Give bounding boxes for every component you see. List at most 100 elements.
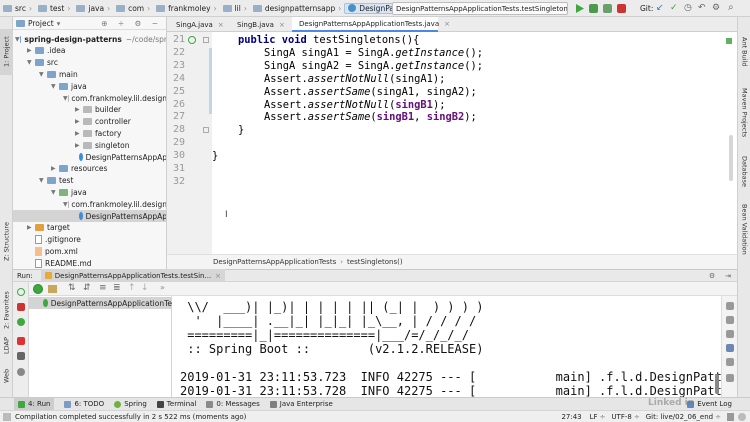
- collapsed-arrow-icon[interactable]: ▶: [51, 165, 59, 172]
- status-message[interactable]: Compilation completed successfully in 2 …: [15, 413, 246, 421]
- todo-tool-button[interactable]: 6: TODO: [64, 400, 104, 408]
- rerun-failed-icon[interactable]: [17, 303, 25, 311]
- caret-position[interactable]: 27:43: [561, 413, 581, 421]
- close-icon[interactable]: ×: [279, 21, 285, 29]
- expanded-arrow-icon[interactable]: ▼: [51, 83, 59, 90]
- code-editor[interactable]: public void testSingletons(){SingA singA…: [212, 32, 737, 254]
- breadcrumb-item[interactable]: com ›: [113, 4, 153, 13]
- git-commit-icon[interactable]: ✓: [670, 3, 678, 13]
- git-branch[interactable]: Git: live/02_06_end: [646, 413, 713, 421]
- editor-scrollbar[interactable]: [729, 135, 733, 181]
- project-tree-item[interactable]: ▼ test: [13, 175, 166, 187]
- collapsed-arrow-icon[interactable]: ▶: [75, 142, 83, 149]
- structure-tool-button[interactable]: Z: Structure: [0, 217, 13, 267]
- console-output[interactable]: \\/ ___)| |_)| | | | | || (_| | ) ) ) ) …: [172, 296, 721, 397]
- project-tree-item[interactable]: ▼ java: [13, 80, 166, 92]
- project-tool-button[interactable]: 1: Project: [0, 29, 13, 75]
- project-tree-item[interactable]: ▶ singleton: [13, 139, 166, 151]
- sort-alpha-icon[interactable]: ⇅: [68, 283, 76, 293]
- coverage-icon[interactable]: [603, 4, 612, 13]
- test-result-item[interactable]: DesignPatternsAppApplicationTe: [29, 297, 172, 309]
- collapsed-arrow-icon[interactable]: ▶: [27, 47, 35, 54]
- tab-singb[interactable]: SingB.java ×: [230, 17, 288, 32]
- settings-icon[interactable]: ⚙: [712, 3, 720, 13]
- up-icon[interactable]: [726, 302, 734, 310]
- scroll-to-end-icon[interactable]: [726, 344, 734, 352]
- expanded-arrow-icon[interactable]: ▼: [27, 59, 35, 66]
- project-tree-item[interactable]: pom.xml: [13, 245, 166, 257]
- favorites-tool-button[interactable]: 2: Favorites: [0, 285, 13, 335]
- layout-icon[interactable]: [3, 412, 11, 421]
- project-tree-item[interactable]: ▶ controller: [13, 116, 166, 128]
- close-icon[interactable]: ×: [218, 21, 224, 29]
- run-tab[interactable]: DesignPatternsAppApplicationTests.testSi…: [40, 269, 226, 282]
- messages-tool-button[interactable]: 0: Messages: [206, 400, 260, 408]
- lock-icon[interactable]: [727, 412, 734, 421]
- breadcrumb-class[interactable]: DesignPatternsAppApplicationTests: [213, 258, 336, 266]
- breadcrumb-item[interactable]: java ›: [73, 4, 113, 13]
- stop-icon[interactable]: [17, 337, 25, 345]
- down-icon[interactable]: [726, 316, 734, 324]
- revert-icon[interactable]: ↶: [698, 3, 706, 13]
- file-encoding[interactable]: UTF-8: [611, 413, 631, 421]
- soft-wrap-icon[interactable]: [726, 330, 734, 338]
- maven-projects-tool-button[interactable]: Maven Projects: [738, 81, 750, 145]
- project-tree-item[interactable]: .gitignore: [13, 234, 166, 246]
- console-scrollbar[interactable]: [715, 374, 719, 394]
- collapse-all-icon[interactable]: ≣: [113, 283, 121, 293]
- web-tool-button[interactable]: Web: [0, 365, 13, 387]
- run-icon[interactable]: [575, 4, 584, 13]
- project-tree-item[interactable]: ▼ src: [13, 57, 166, 69]
- previous-icon[interactable]: ↑: [128, 283, 136, 293]
- project-tree-item[interactable]: ▼ main: [13, 68, 166, 80]
- spring-tool-button[interactable]: Spring: [114, 400, 147, 408]
- expanded-arrow-icon[interactable]: ▼: [63, 201, 68, 208]
- gear-icon[interactable]: ⚙: [709, 272, 715, 280]
- next-icon[interactable]: ↓: [141, 283, 149, 293]
- passed-filter-icon[interactable]: [33, 284, 43, 294]
- project-tree-item[interactable]: DesignPatternsAppAp: [13, 210, 166, 222]
- line-separator[interactable]: LF: [590, 413, 598, 421]
- tab-tests[interactable]: DesignPatternsAppApplicationTests.java ×: [292, 17, 450, 32]
- ignored-filter-icon[interactable]: [48, 285, 57, 293]
- fold-icon[interactable]: [203, 127, 209, 133]
- expanded-arrow-icon[interactable]: ▼: [63, 95, 68, 102]
- breadcrumb-item[interactable]: src ›: [0, 4, 35, 13]
- breadcrumb-item[interactable]: lil ›: [220, 4, 250, 13]
- ldap-tool-button[interactable]: LDAP: [0, 335, 13, 357]
- git-update-icon[interactable]: ↙: [656, 3, 664, 13]
- project-tree-item[interactable]: ▼ com.frankmoley.lil.design: [13, 92, 166, 104]
- toggle-auto-test-icon[interactable]: [17, 318, 25, 326]
- camera-icon[interactable]: [17, 352, 25, 360]
- history-icon[interactable]: ◷: [684, 3, 692, 13]
- expanded-arrow-icon[interactable]: ▼: [15, 36, 20, 43]
- fold-icon[interactable]: [203, 37, 209, 43]
- debug-icon[interactable]: [589, 4, 598, 13]
- hide-icon[interactable]: ⇥: [725, 272, 731, 280]
- breadcrumb-method[interactable]: testSingletons(): [347, 258, 403, 266]
- expanded-arrow-icon[interactable]: ▼: [39, 177, 47, 184]
- expand-all-icon[interactable]: ≡: [99, 283, 107, 293]
- java-enterprise-tool-button[interactable]: Java Enterprise: [269, 400, 333, 408]
- run-configuration-select[interactable]: DesignPatternsAppApplicationTests.testSi…: [392, 2, 568, 15]
- inspector-icon[interactable]: [738, 412, 746, 421]
- project-tree-item[interactable]: ▶ builder: [13, 104, 166, 116]
- ant-build-tool-button[interactable]: Ant Build: [738, 31, 750, 73]
- expanded-arrow-icon[interactable]: ▼: [39, 71, 47, 78]
- export-icon[interactable]: [17, 368, 25, 376]
- breadcrumb-item[interactable]: test ›: [35, 4, 73, 13]
- project-tree-item[interactable]: ▶ .idea: [13, 45, 166, 57]
- trash-icon[interactable]: [726, 374, 734, 382]
- project-panel-title[interactable]: Project: [28, 19, 54, 28]
- collapsed-arrow-icon[interactable]: ▶: [27, 224, 35, 231]
- panel-actions[interactable]: ⊕ ÷ ⚙ −: [101, 19, 162, 28]
- collapsed-arrow-icon[interactable]: ▶: [75, 118, 83, 125]
- project-tree-item[interactable]: ▼ java: [13, 186, 166, 198]
- rerun-icon[interactable]: [17, 288, 25, 296]
- tab-singa[interactable]: SingA.java ×: [169, 17, 227, 32]
- expanded-arrow-icon[interactable]: ▼: [51, 189, 59, 196]
- print-icon[interactable]: [726, 358, 734, 366]
- terminal-tool-button[interactable]: Terminal: [156, 400, 196, 408]
- close-icon[interactable]: ×: [215, 272, 221, 280]
- sort-duration-icon[interactable]: ⇵: [83, 283, 91, 293]
